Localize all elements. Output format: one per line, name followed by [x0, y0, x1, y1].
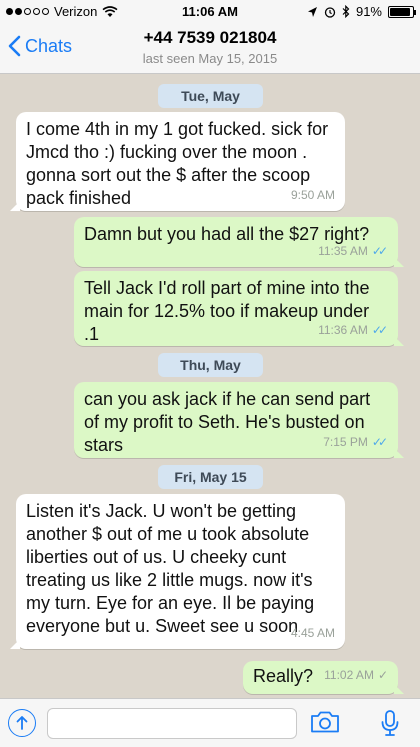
alarm-icon: [324, 6, 336, 18]
camera-button[interactable]: [310, 710, 340, 739]
double-check-icon: ✓✓: [371, 323, 388, 337]
back-label: Chats: [25, 35, 73, 56]
message-meta: 11:36 AM ✓✓: [318, 319, 388, 342]
back-button[interactable]: Chats: [8, 35, 72, 57]
message-bubble-incoming[interactable]: I come 4th in my 1 got fucked. sick for …: [10, 112, 345, 211]
last-seen-status: last seen May 15, 2015: [142, 51, 278, 66]
date-separator: Tue, May 12: [158, 84, 263, 128]
location-arrow-icon: [307, 6, 317, 17]
message-bubble-outgoing[interactable]: Really? 11:02 AM ✓: [243, 661, 404, 694]
share-upload-icon: [16, 716, 28, 730]
message-input[interactable]: [47, 708, 297, 739]
single-check-icon: ✓: [377, 668, 388, 682]
battery-percent: 91%: [355, 4, 382, 19]
message-text: I come 4th in my 1 got fucked. sick for …: [26, 119, 329, 208]
nav-bar: Chats +44 7539 021804 last seen May 15, …: [0, 24, 420, 74]
message-time: 11:02 AM: [324, 668, 374, 682]
date-separator: Fri, May 15: [158, 465, 263, 489]
message-text: Really?: [253, 666, 314, 686]
message-bubble-incoming[interactable]: Listen it's Jack. U won't be getting ano…: [10, 494, 345, 649]
message-meta: 4:45 AM: [291, 622, 335, 645]
double-check-icon: ✓✓: [371, 244, 388, 258]
microphone-icon: [381, 710, 399, 736]
status-bar: Verizon 11:06 AM 91%: [0, 0, 420, 24]
message-time: 11:36 AM: [318, 323, 368, 337]
message-meta: 7:15 PM ✓✓: [323, 431, 388, 454]
message-meta: 9:50 AM: [291, 184, 335, 207]
message-time: 4:45 AM: [290, 626, 335, 640]
battery-icon: [388, 5, 416, 18]
message-meta: 11:35 AM ✓✓: [318, 240, 388, 263]
chat-area[interactable]: Tue, May 12 I come 4th in my 1 got fucke…: [0, 75, 420, 698]
status-right: 91%: [307, 4, 416, 19]
microphone-button[interactable]: [380, 709, 400, 742]
contact-title[interactable]: +44 7539 021804: [80, 28, 340, 48]
camera-icon: [311, 711, 339, 733]
date-separator: Thu, May 14: [158, 353, 263, 397]
message-time: 11:35 AM: [318, 244, 368, 258]
back-chevron-icon: [8, 35, 21, 57]
input-bar: [0, 698, 420, 747]
message-bubble-outgoing[interactable]: Damn but you had all the $27 right? 11:3…: [74, 217, 404, 267]
message-time: 9:50 AM: [290, 188, 335, 202]
bluetooth-icon: [342, 5, 350, 18]
message-bubble-outgoing[interactable]: Tell Jack I'd roll part of mine into the…: [74, 271, 404, 346]
message-time: 7:15 PM: [323, 435, 368, 449]
share-button[interactable]: [8, 709, 36, 737]
double-check-icon: ✓✓: [371, 435, 388, 449]
message-text: Listen it's Jack. U won't be getting ano…: [26, 501, 315, 636]
message-meta: 11:02 AM ✓: [324, 664, 388, 687]
message-bubble-outgoing[interactable]: can you ask jack if he can send part of …: [74, 382, 404, 458]
